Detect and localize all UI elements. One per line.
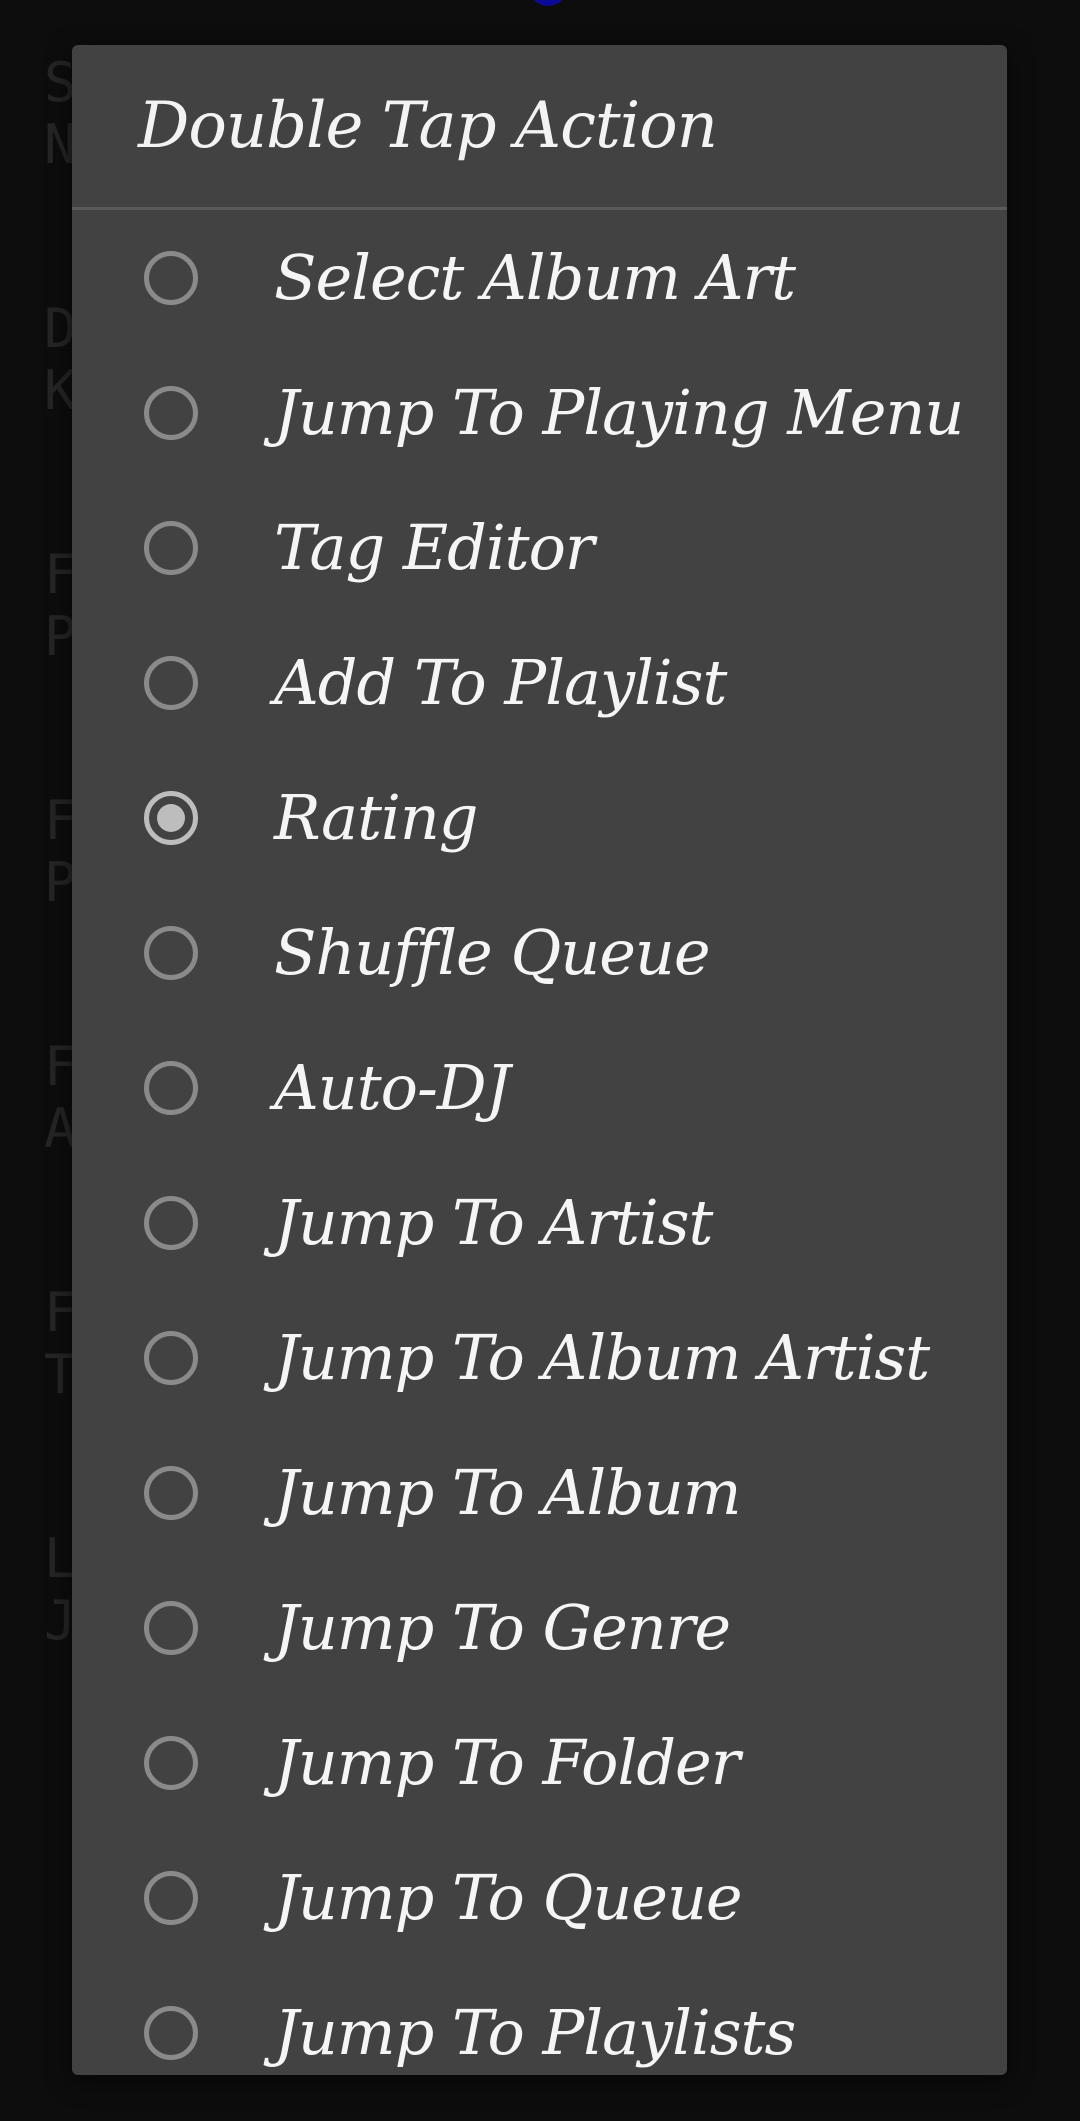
option-select-album-art[interactable]: Select Album Art [72, 210, 1007, 345]
radio-button[interactable] [144, 250, 198, 305]
option-jump-to-genre[interactable]: Jump To Genre [72, 1560, 1007, 1695]
option-rating[interactable]: Rating [72, 750, 1007, 885]
radio-button[interactable] [144, 520, 198, 575]
radio-button[interactable] [144, 1735, 198, 1790]
option-label: Jump To Genre [274, 1591, 731, 1664]
option-jump-to-artist[interactable]: Jump To Artist [72, 1155, 1007, 1290]
option-label: Jump To Album Artist [274, 1321, 930, 1394]
radio-button[interactable] [144, 925, 198, 980]
option-shuffle-queue[interactable]: Shuffle Queue [72, 885, 1007, 1020]
radio-button[interactable] [144, 1600, 198, 1655]
option-label: Jump To Album [274, 1456, 742, 1529]
option-jump-to-playing-menu[interactable]: Jump To Playing Menu [72, 345, 1007, 480]
option-label: Jump To Queue [274, 1861, 743, 1934]
dialog-title: Double Tap Action [138, 89, 718, 163]
dialog-header: Double Tap Action [72, 45, 1007, 210]
option-label: Tag Editor [274, 511, 595, 584]
option-add-to-playlist[interactable]: Add To Playlist [72, 615, 1007, 750]
radio-button[interactable] [144, 1195, 198, 1250]
radio-button[interactable] [144, 2005, 198, 2060]
option-jump-to-album-artist[interactable]: Jump To Album Artist [72, 1290, 1007, 1425]
double-tap-action-dialog: Double Tap Action Select Album Art Jump … [72, 45, 1007, 2075]
radio-button[interactable] [144, 1330, 198, 1385]
option-jump-to-queue[interactable]: Jump To Queue [72, 1830, 1007, 1965]
option-auto-dj[interactable]: Auto-DJ [72, 1020, 1007, 1155]
option-label: Rating [274, 781, 478, 854]
option-tag-editor[interactable]: Tag Editor [72, 480, 1007, 615]
option-label: Jump To Playing Menu [274, 376, 964, 449]
option-label: Select Album Art [274, 241, 796, 314]
option-jump-to-playlists[interactable]: Jump To Playlists [72, 1965, 1007, 2075]
radio-button-checked[interactable] [144, 790, 198, 845]
option-jump-to-folder[interactable]: Jump To Folder [72, 1695, 1007, 1830]
option-label: Auto-DJ [274, 1051, 510, 1124]
radio-button[interactable] [144, 1870, 198, 1925]
radio-button[interactable] [144, 1060, 198, 1115]
option-list: Select Album Art Jump To Playing Menu Ta… [72, 210, 1007, 2075]
option-label: Jump To Artist [274, 1186, 713, 1259]
radio-button[interactable] [144, 1465, 198, 1520]
option-label: Jump To Folder [274, 1726, 740, 1799]
radio-button[interactable] [144, 655, 198, 710]
radio-button[interactable] [144, 385, 198, 440]
option-jump-to-album[interactable]: Jump To Album [72, 1425, 1007, 1560]
option-label: Jump To Playlists [274, 1996, 796, 2069]
option-label: Add To Playlist [274, 646, 727, 719]
option-label: Shuffle Queue [274, 916, 711, 989]
